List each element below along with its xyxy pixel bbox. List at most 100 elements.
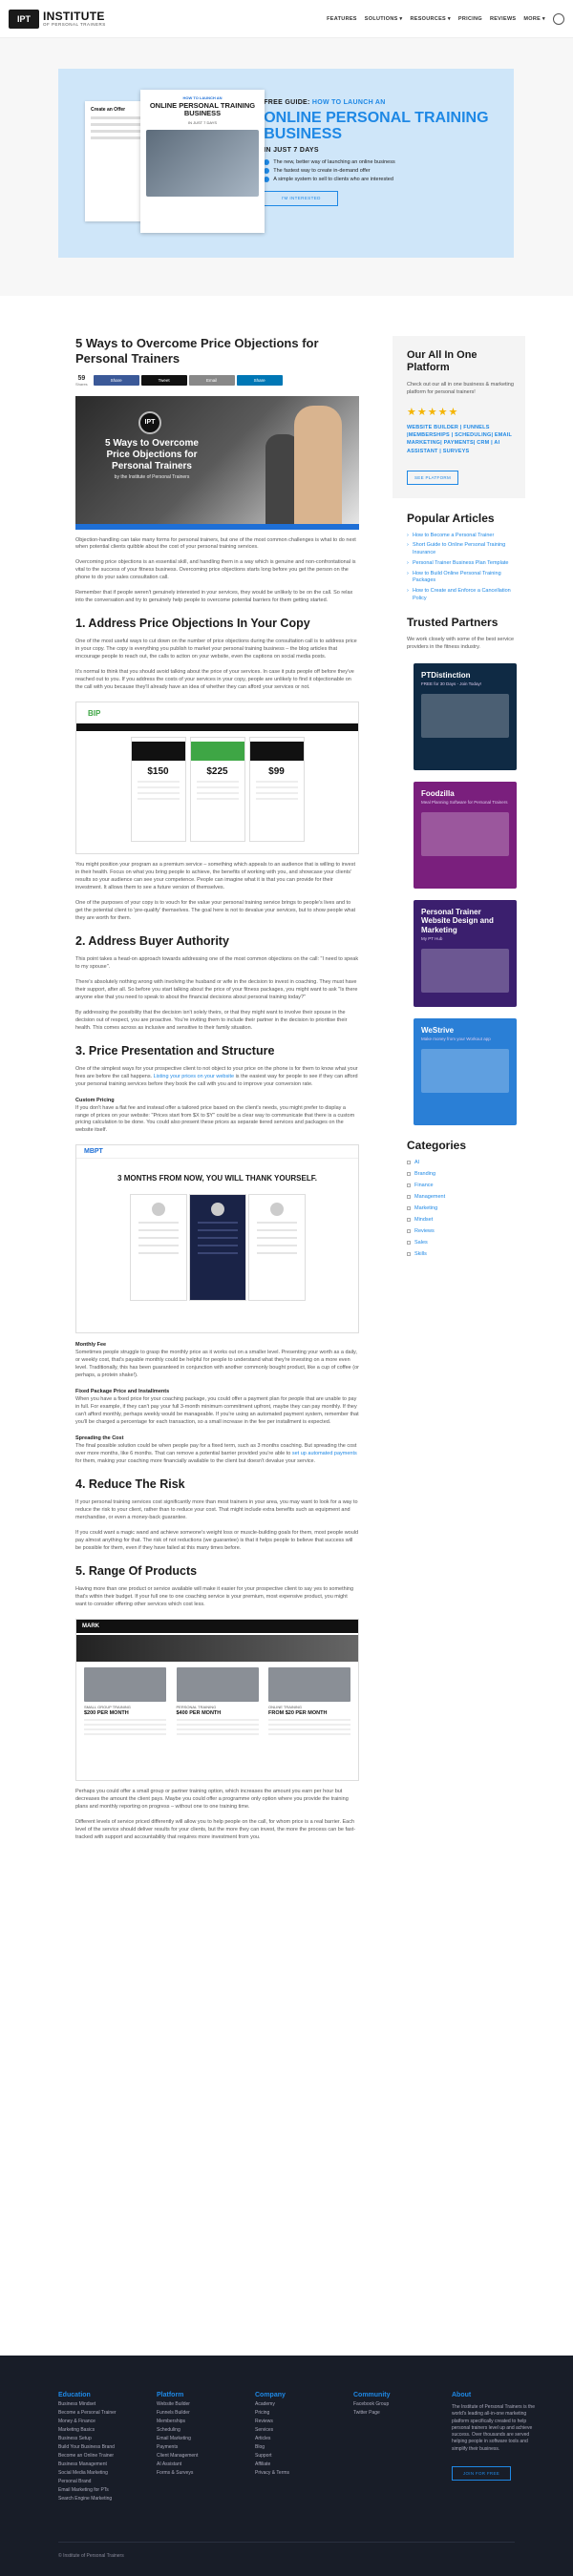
nav-reviews[interactable]: REVIEWS xyxy=(490,16,516,22)
linkedin-share-button[interactable]: Share xyxy=(236,375,283,386)
partners-title: Trusted Partners xyxy=(407,616,499,630)
footer-link[interactable]: Memberships xyxy=(157,2419,255,2424)
footer-link[interactable]: AI Assistant xyxy=(157,2461,255,2467)
pricing-link[interactable]: Listing your prices on your website xyxy=(154,1074,234,1079)
section-heading-1: 1. Address Price Objections In Your Copy xyxy=(75,617,310,631)
category-link[interactable]: Branding xyxy=(407,1171,525,1177)
see-platform-button[interactable]: SEE PLATFORM xyxy=(407,470,458,485)
site-logo[interactable]: IPT INSTITUTE OF PERSONAL TRAINERS xyxy=(9,9,106,29)
popular-article-link[interactable]: How to Build Online Personal Training Pa… xyxy=(407,571,525,585)
nav-solutions[interactable]: SOLUTIONS ▾ xyxy=(365,16,403,22)
category-link[interactable]: Finance xyxy=(407,1183,525,1188)
footer-link[interactable]: Client Management xyxy=(157,2453,255,2459)
nav-more[interactable]: MORE ▾ xyxy=(523,16,545,22)
category-link[interactable]: Mindset xyxy=(407,1217,525,1223)
footer-link[interactable]: Scheduling xyxy=(157,2427,255,2433)
footer-link[interactable]: Privacy & Terms xyxy=(255,2470,353,2476)
nav-resources[interactable]: RESOURCES ▾ xyxy=(410,16,450,22)
footer-link[interactable]: Email Marketing xyxy=(157,2436,255,2441)
star-rating-icon: ★★★★★ xyxy=(407,406,459,418)
mockup-photo xyxy=(146,129,259,197)
facebook-share-button[interactable]: Share xyxy=(93,375,139,386)
footer-link[interactable]: Affiliate xyxy=(255,2461,353,2467)
category-link[interactable]: AI xyxy=(407,1160,525,1165)
footer-col-community: Community Facebook Group Twitter Page xyxy=(353,2392,452,2502)
footer-link[interactable]: Funnels Builder xyxy=(157,2410,255,2416)
sidebar: Our All In One Platform Check out our al… xyxy=(393,336,525,1842)
partner-ad-foodzilla[interactable]: Foodzilla Meal Planning Software for Pers… xyxy=(414,782,517,890)
footer-link[interactable]: Social Media Marketing xyxy=(58,2470,157,2476)
paragraph: One of the simplest ways for your prospe… xyxy=(75,1065,358,1087)
interested-button[interactable]: I'M INTERESTED xyxy=(264,190,339,206)
guide-headline: ONLINE PERSONAL TRAINING BUSINESS xyxy=(264,110,489,142)
footer-link[interactable]: Money & Finance xyxy=(58,2419,157,2424)
footer-link[interactable]: Become a Personal Trainer xyxy=(58,2410,157,2416)
footer-link[interactable]: Email Marketing for PTs xyxy=(58,2487,157,2493)
popular-article-link[interactable]: Personal Trainer Business Plan Template xyxy=(407,560,525,568)
footer-link[interactable]: Articles xyxy=(255,2436,353,2441)
footer-link[interactable]: Academy xyxy=(255,2401,353,2407)
footer-link[interactable]: Reviews xyxy=(255,2419,353,2424)
platform-text: Check out our all in one business & mark… xyxy=(407,382,514,396)
guide-bullet: A simple system to sell to clients who a… xyxy=(264,176,514,182)
footer-link[interactable]: Business Setup xyxy=(58,2436,157,2441)
guide-label: FREE GUIDE: HOW TO LAUNCH AN xyxy=(264,99,386,106)
footer-link[interactable]: Payments xyxy=(157,2444,255,2450)
automated-payments-link[interactable]: set up automated payments xyxy=(292,1451,357,1456)
category-link[interactable]: Reviews xyxy=(407,1228,525,1234)
partner-ad-mypthub[interactable]: Personal Trainer Website Design and Mark… xyxy=(414,900,517,1008)
footer-link[interactable]: Pricing xyxy=(255,2410,353,2416)
footer-link[interactable]: Support xyxy=(255,2453,353,2459)
subheading: Fixed Package Price and Installments xyxy=(75,1389,170,1395)
category-link[interactable]: Marketing xyxy=(407,1205,525,1211)
twitter-share-button[interactable]: Tweet xyxy=(140,375,187,386)
footer-col-company: Company Academy Pricing Reviews Services Art… xyxy=(255,2392,353,2502)
join-free-button[interactable]: JOIN FOR FREE xyxy=(452,2465,511,2481)
packages-screenshot: MBPT 3 MONTHS FROM NOW, YOU WILL THANK Y… xyxy=(75,1144,359,1334)
intro-paragraph: Remember that if people weren't genuinel… xyxy=(75,590,353,604)
guide-bullet: The fastest way to create in-demand offe… xyxy=(264,167,514,174)
nav-pricing[interactable]: PRICING xyxy=(458,16,482,22)
categories-list: AI Branding Finance Management Marketing… xyxy=(407,1160,525,1257)
mockup-title-small: HOW TO LAUNCH AN xyxy=(182,95,223,100)
category-link[interactable]: Skills xyxy=(407,1251,525,1257)
paragraph: One of the most useful ways to cut down … xyxy=(75,639,357,660)
footer-link[interactable]: Forms & Surveys xyxy=(157,2470,255,2476)
footer-link[interactable]: Build Your Business Brand xyxy=(58,2444,157,2450)
pricing-screenshot: BIP $150 $225 $99 xyxy=(75,702,359,855)
popular-article-link[interactable]: How to Create and Enforce a Cancellation… xyxy=(407,588,525,602)
paragraph: It's normal to think that you should avo… xyxy=(75,669,354,691)
footer-link[interactable]: Twitter Page xyxy=(353,2410,452,2416)
nav-features[interactable]: FEATURES xyxy=(327,16,357,22)
program-card: SMALL GROUP TRAINING $200 PER MONTH xyxy=(84,1666,166,1735)
section-heading-5: 5. Range Of Products xyxy=(75,1563,198,1578)
footer-link[interactable]: Search Engine Marketing xyxy=(58,2496,157,2502)
section-heading-4: 4. Reduce The Risk xyxy=(75,1477,185,1492)
guide-bullet: The new, better way of launching an onli… xyxy=(264,158,514,165)
footer-link[interactable]: Business Management xyxy=(58,2461,157,2467)
category-link[interactable]: Management xyxy=(407,1194,525,1200)
footer-link[interactable]: Become an Online Trainer xyxy=(58,2453,157,2459)
email-share-button[interactable]: Email xyxy=(188,375,235,386)
footer-link[interactable]: Business Mindset xyxy=(58,2401,157,2407)
paragraph: There's absolutely nothing wrong with in… xyxy=(75,978,358,1000)
footer-link[interactable]: Services xyxy=(255,2427,353,2433)
platform-box: Our All In One Platform Check out our al… xyxy=(393,336,525,498)
mbpt-logo: MBPT xyxy=(84,1148,103,1156)
check-icon xyxy=(264,176,270,182)
footer-link[interactable]: Website Builder xyxy=(157,2401,255,2407)
footer-link[interactable]: Marketing Basics xyxy=(58,2427,157,2433)
check-icon xyxy=(264,158,270,165)
paragraph: The final possible solution could be whe… xyxy=(75,1443,357,1465)
featured-title: 5 Ways to Overcome Price Objections for … xyxy=(104,437,199,471)
footer-link[interactable]: Personal Brand xyxy=(58,2479,157,2484)
popular-article-link[interactable]: Short Guide to Online Personal Training … xyxy=(407,542,525,556)
popular-article-link[interactable]: How to Become a Personal Trainer xyxy=(407,533,525,540)
search-icon[interactable] xyxy=(553,12,564,25)
category-link[interactable]: Sales xyxy=(407,1240,525,1246)
paragraph: Different levels of service priced diffe… xyxy=(75,1818,356,1840)
footer-link[interactable]: Blog xyxy=(255,2444,353,2450)
partner-ad-ptdistinction[interactable]: PTDistinction FREE for 30 Days - Join Tod… xyxy=(414,663,517,771)
partner-ad-westrive[interactable]: WeStrive Make money from your Workout app xyxy=(414,1018,517,1126)
footer-link[interactable]: Facebook Group xyxy=(353,2401,452,2407)
